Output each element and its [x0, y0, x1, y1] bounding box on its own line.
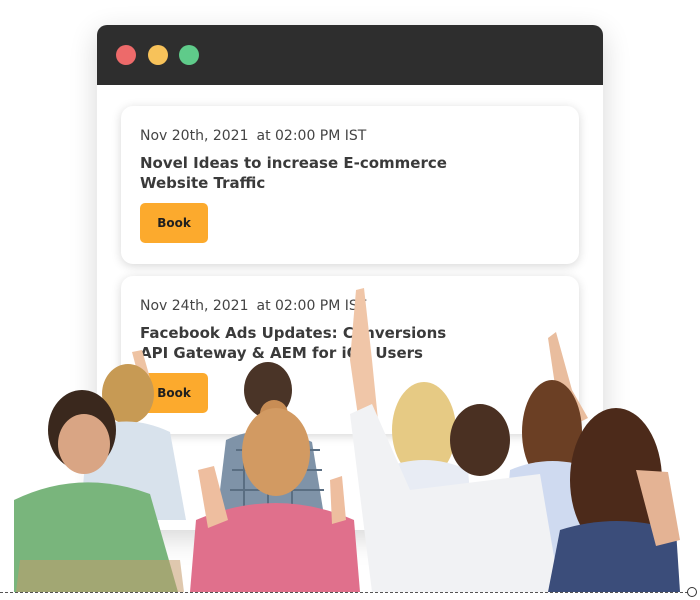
audience-photo — [14, 288, 680, 592]
guide-line — [0, 592, 688, 593]
resize-handle[interactable] — [687, 587, 697, 597]
